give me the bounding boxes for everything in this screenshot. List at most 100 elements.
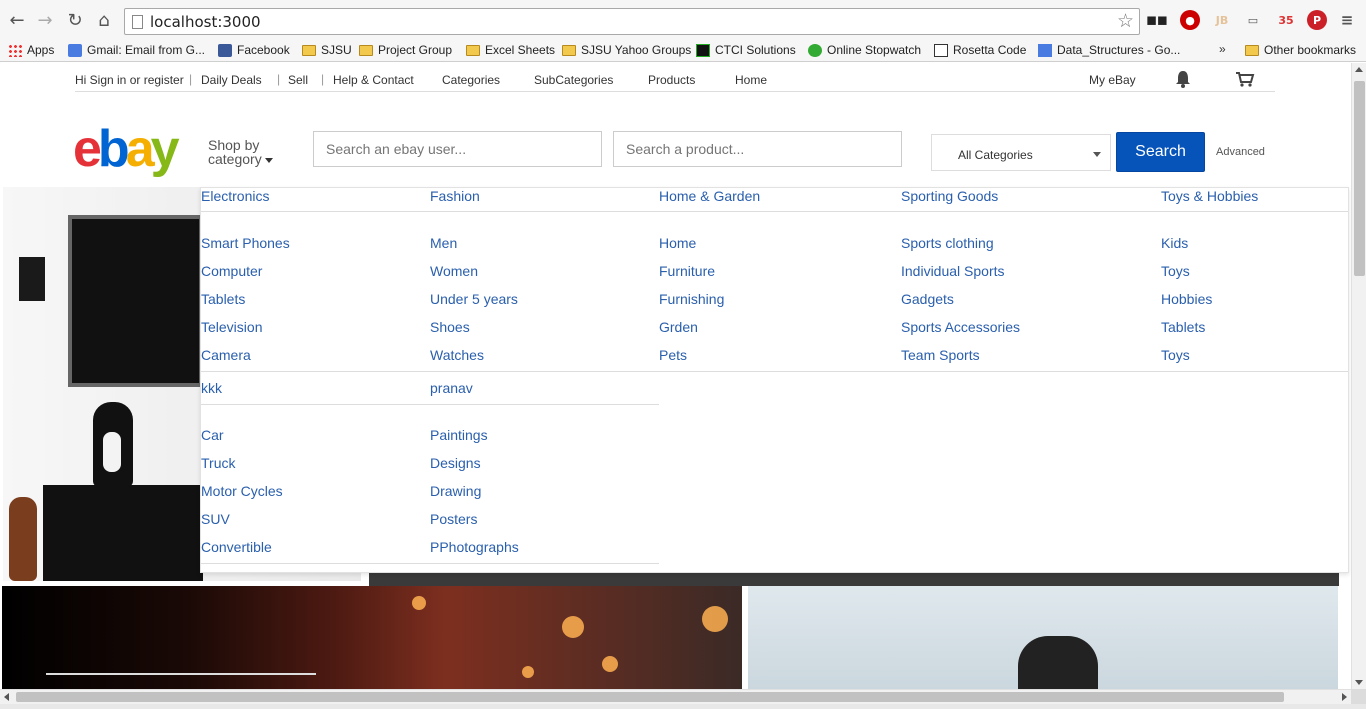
jb-icon[interactable]: JB xyxy=(1212,10,1232,30)
bookmark-facebook[interactable]: Facebook xyxy=(218,42,290,58)
menu-item[interactable]: Convertible xyxy=(201,539,272,555)
menu-item[interactable]: Motor Cycles xyxy=(201,483,283,499)
menu-item[interactable]: SUV xyxy=(201,511,230,527)
bell-icon[interactable] xyxy=(1175,70,1191,88)
more-bookmarks-chevron[interactable]: » xyxy=(1219,42,1226,56)
search-product-input[interactable] xyxy=(613,131,902,167)
menu-icon[interactable]: ≡ xyxy=(1337,10,1357,30)
menu-heading-pranav[interactable]: pranav xyxy=(430,380,473,396)
menu-item[interactable]: Under 5 years xyxy=(430,291,518,307)
menu-heading-kkk[interactable]: kkk xyxy=(201,380,222,396)
cast-icon[interactable]: ▭ xyxy=(1243,10,1263,30)
menu-item[interactable]: Men xyxy=(430,235,457,251)
bookmark-gmail[interactable]: Gmail: Email from G... xyxy=(68,42,205,58)
horizontal-scroll-thumb[interactable] xyxy=(16,692,1284,702)
menu-item[interactable]: Camera xyxy=(201,347,251,363)
menu-item[interactable]: Home xyxy=(659,235,696,251)
menu-heading-home-garden[interactable]: Home & Garden xyxy=(659,188,760,204)
menu-item[interactable]: Truck xyxy=(201,455,235,471)
url-text[interactable]: localhost:3000 xyxy=(150,13,261,31)
menu-item[interactable]: Posters xyxy=(430,511,477,527)
scroll-left-arrow-icon[interactable] xyxy=(4,693,9,701)
menu-item[interactable]: Toys xyxy=(1161,263,1190,279)
menu-item[interactable]: Watches xyxy=(430,347,484,363)
bookmark-data-structures[interactable]: Data_Structures - Go... xyxy=(1038,42,1180,58)
search-button[interactable]: Search xyxy=(1116,132,1205,172)
products-link[interactable]: Products xyxy=(648,73,695,87)
cart-icon[interactable] xyxy=(1235,71,1255,87)
scroll-right-arrow-icon[interactable] xyxy=(1342,693,1347,701)
bookmark-rosetta-code[interactable]: Rosetta Code xyxy=(934,42,1026,58)
vertical-scrollbar[interactable] xyxy=(1351,63,1366,689)
menu-item[interactable]: Designs xyxy=(430,455,481,471)
my-ebay-link[interactable]: My eBay xyxy=(1089,73,1136,87)
horizontal-scrollbar[interactable] xyxy=(0,689,1351,704)
bookmark-other[interactable]: Other bookmarks xyxy=(1245,42,1356,58)
menu-item[interactable]: Grden xyxy=(659,319,698,335)
menu-item[interactable]: Smart Phones xyxy=(201,235,290,251)
bookmark-sjsu[interactable]: SJSU xyxy=(302,42,352,58)
vase-shape xyxy=(9,497,37,581)
menu-item[interactable]: Television xyxy=(201,319,262,335)
menu-item[interactable]: Tablets xyxy=(201,291,245,307)
reload-icon[interactable]: ↻ xyxy=(64,9,86,31)
menu-item[interactable]: Women xyxy=(430,263,478,279)
menu-item[interactable]: Paintings xyxy=(430,427,488,443)
signin-link[interactable]: Hi Sign in or register xyxy=(75,73,184,87)
menu-heading-sporting-goods[interactable]: Sporting Goods xyxy=(901,188,998,204)
categories-link[interactable]: Categories xyxy=(442,73,500,87)
menu-item[interactable]: Gadgets xyxy=(901,291,954,307)
menu-item[interactable]: PPhotographs xyxy=(430,539,519,555)
badge-icon[interactable]: 35 xyxy=(1276,10,1296,30)
category-select[interactable]: All Categories xyxy=(931,134,1111,171)
bookmark-project-group[interactable]: Project Group xyxy=(359,42,452,58)
bookmark-excel-sheets[interactable]: Excel Sheets xyxy=(466,42,555,58)
hero-image-bottom-right[interactable] xyxy=(748,586,1338,689)
menu-item[interactable]: Furnishing xyxy=(659,291,724,307)
menu-item[interactable]: Furniture xyxy=(659,263,715,279)
daily-deals-link[interactable]: Daily Deals xyxy=(201,73,262,87)
shop-by-category-button[interactable]: Shop by category xyxy=(208,138,273,166)
bookmarks-bar: Apps Gmail: Email from G... Facebook SJS… xyxy=(0,38,1366,62)
menu-item[interactable]: Computer xyxy=(201,263,262,279)
menu-item[interactable]: Team Sports xyxy=(901,347,980,363)
scroll-up-arrow-icon[interactable] xyxy=(1355,67,1363,72)
bookmark-online-stopwatch[interactable]: Online Stopwatch xyxy=(808,42,921,58)
bookmark-ctci-solutions[interactable]: CTCI Solutions xyxy=(696,42,796,58)
sell-link[interactable]: Sell xyxy=(288,73,308,87)
bookmark-apps[interactable]: Apps xyxy=(8,42,54,58)
home-link[interactable]: Home xyxy=(735,73,767,87)
pinterest-icon[interactable]: P xyxy=(1307,10,1327,30)
address-bar[interactable]: localhost:3000 ☆ xyxy=(124,8,1140,35)
menu-item[interactable]: Kids xyxy=(1161,235,1188,251)
google-icon xyxy=(68,43,82,57)
bookmark-sjsu-yahoo-groups[interactable]: SJSU Yahoo Groups xyxy=(562,42,691,58)
menu-item[interactable]: Sports clothing xyxy=(901,235,994,251)
menu-item[interactable]: Toys xyxy=(1161,347,1190,363)
search-user-input[interactable] xyxy=(313,131,602,167)
menu-item[interactable]: Pets xyxy=(659,347,687,363)
home-icon[interactable]: ⌂ xyxy=(93,9,115,31)
menu-item[interactable]: Sports Accessories xyxy=(901,319,1020,335)
advanced-search-link[interactable]: Advanced xyxy=(1216,146,1265,158)
menu-item[interactable]: Car xyxy=(201,427,224,443)
menu-heading-fashion[interactable]: Fashion xyxy=(430,188,480,204)
scroll-down-arrow-icon[interactable] xyxy=(1355,680,1363,685)
back-arrow-icon[interactable]: ← xyxy=(6,9,28,31)
forward-arrow-icon[interactable]: → xyxy=(34,9,56,31)
menu-item[interactable]: Drawing xyxy=(430,483,481,499)
hero-image-bottom-left[interactable] xyxy=(2,586,742,689)
menu-item[interactable]: Tablets xyxy=(1161,319,1205,335)
mask-icon[interactable]: ◼◼ xyxy=(1146,10,1168,30)
ebay-logo[interactable]: ebay xyxy=(73,123,180,175)
menu-heading-electronics[interactable]: Electronics xyxy=(201,188,269,204)
menu-item[interactable]: Shoes xyxy=(430,319,470,335)
bookmark-star-icon[interactable]: ☆ xyxy=(1117,10,1134,32)
help-contact-link[interactable]: Help & Contact xyxy=(333,73,414,87)
menu-heading-toys-hobbies[interactable]: Toys & Hobbies xyxy=(1161,188,1258,204)
menu-item[interactable]: Individual Sports xyxy=(901,263,1005,279)
menu-item[interactable]: Hobbies xyxy=(1161,291,1212,307)
subcategories-link[interactable]: SubCategories xyxy=(534,73,613,87)
vertical-scroll-thumb[interactable] xyxy=(1354,81,1365,276)
stop-icon[interactable]: ● xyxy=(1180,10,1200,30)
